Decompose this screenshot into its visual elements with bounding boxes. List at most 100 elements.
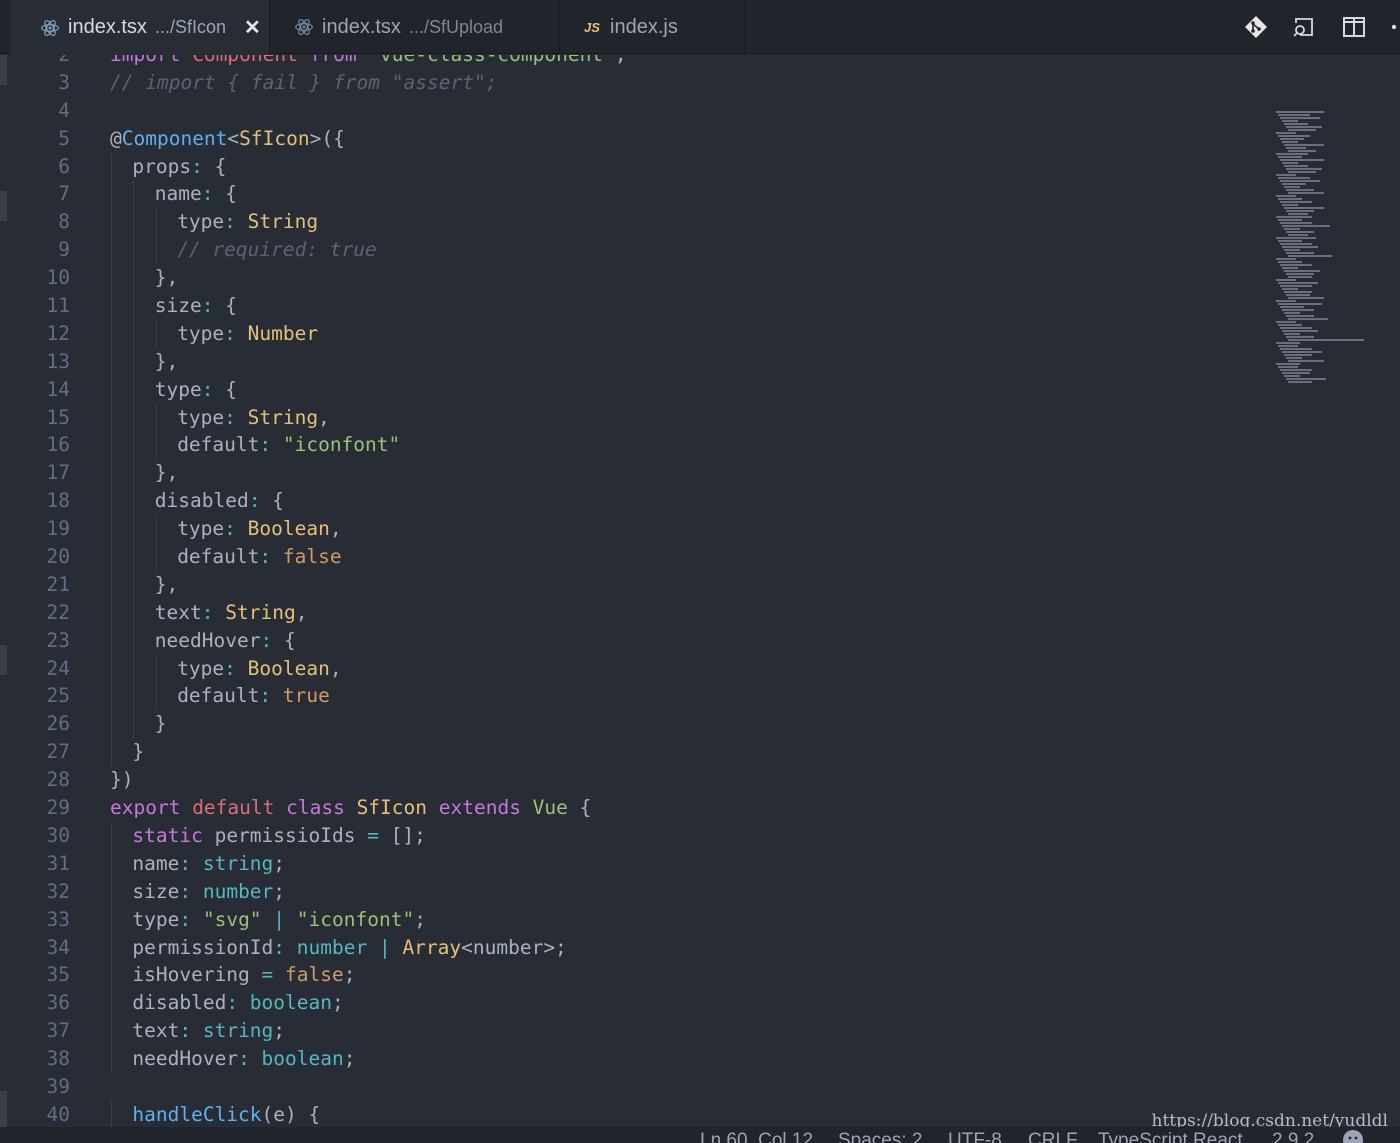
minimap-line	[1282, 288, 1298, 290]
indent-guide	[155, 682, 157, 711]
code-text: default: true	[177, 682, 330, 710]
code-line[interactable]: 23 needHover: {	[0, 626, 1260, 655]
code-line[interactable]: 8 type: String	[0, 208, 1260, 237]
minimap-line	[1284, 123, 1308, 125]
minimap-line	[1284, 375, 1300, 377]
code-line[interactable]: 10},	[0, 264, 1260, 293]
minimap-line	[1286, 294, 1310, 296]
feedback-icon[interactable]	[1342, 1129, 1364, 1143]
code-line[interactable]: 5 @Component<SfIcon>({	[0, 125, 1260, 153]
code-line[interactable]: 3 // import { fail } from "assert";	[0, 69, 1260, 97]
indent-guide	[111, 654, 112, 683]
status-indentation[interactable]: Spaces: 2	[838, 1130, 923, 1143]
code-line[interactable]: 38 needHover: boolean;	[0, 1045, 1260, 1073]
code-token: boolean	[261, 1047, 344, 1071]
code-lines: 2 import Component from "vue-class-compon…	[0, 55, 1260, 1127]
line-number: 27	[46, 740, 70, 764]
minimap-line	[1286, 357, 1302, 359]
line-number: 17	[46, 461, 70, 485]
code-line[interactable]: 11 size: {	[0, 292, 1260, 320]
search-preview-icon[interactable]	[1291, 14, 1317, 40]
code-token: "svg"	[202, 907, 274, 931]
code-token: type	[177, 321, 225, 345]
code-text: }	[132, 738, 144, 766]
code-line[interactable]: 27}	[0, 738, 1260, 767]
code-line[interactable]: 29 export default class SfIcon extends Vu…	[0, 794, 1260, 822]
js-icon: JS	[584, 19, 600, 35]
split-editor-icon[interactable]	[1341, 14, 1367, 40]
code-line[interactable]: 37 text: string;	[0, 1017, 1260, 1046]
status-encoding[interactable]: UTF-8	[948, 1130, 1002, 1143]
code-line[interactable]: 36 disabled: boolean;	[0, 989, 1260, 1018]
code-line[interactable]: 15 type: String,	[0, 403, 1260, 432]
code-line[interactable]: 35 isHovering = false;	[0, 961, 1260, 990]
code-line[interactable]: 26}	[0, 710, 1260, 739]
code-token: |	[273, 907, 297, 931]
code-text: type: "svg" | "iconfont";	[132, 906, 426, 934]
code-token: :	[273, 935, 297, 959]
minimap-line	[1282, 246, 1318, 248]
tab-path: .../SfIcon	[154, 17, 226, 37]
code-token: ;	[331, 991, 344, 1015]
git-icon[interactable]	[1243, 14, 1269, 40]
code-line[interactable]: 25 default: true	[0, 682, 1260, 711]
status-language[interactable]: TypeScript React	[1098, 1130, 1243, 1143]
code-line[interactable]: 19 type: Boolean,	[0, 515, 1260, 544]
code-line[interactable]: 33 type: "svg" | "iconfont";	[0, 905, 1260, 934]
status-ts-version[interactable]: 2.9.2	[1272, 1130, 1314, 1143]
tab-index-tsx-sficon[interactable]: index.tsx .../SfIcon ✕	[10, 0, 270, 55]
code-line[interactable]: 6 props: {	[0, 152, 1260, 181]
code-token: "vue-class-component"	[368, 55, 615, 66]
minimap-line	[1284, 249, 1300, 251]
line-number: 25	[46, 684, 70, 708]
indent-guide	[111, 626, 112, 655]
code-line[interactable]: 16 default: "iconfont"	[0, 431, 1260, 460]
code-line[interactable]: 20 default: false	[0, 543, 1260, 571]
code-line[interactable]: 24 type: Boolean,	[0, 654, 1260, 683]
status-cursor-position[interactable]: Ln 60, Col 12	[700, 1130, 813, 1143]
status-eol[interactable]: CRLF	[1028, 1130, 1078, 1143]
more-icon[interactable]	[1388, 14, 1400, 40]
code-token: text	[132, 1019, 180, 1043]
code-token: true	[282, 684, 330, 708]
code-token: :	[201, 600, 226, 624]
code-line[interactable]: 22 text: String,	[0, 598, 1260, 627]
code-text: size: {	[155, 292, 237, 320]
minimap-line	[1278, 261, 1302, 263]
minimap-line	[1278, 156, 1302, 158]
tab-index-tsx-sfupload[interactable]: index.tsx .../SfUpload	[270, 0, 560, 54]
code-line[interactable]: 4	[0, 97, 1260, 125]
tab-index-js[interactable]: JS index.js	[560, 0, 745, 54]
minimap-line	[1276, 111, 1324, 113]
code-token: static	[132, 823, 215, 847]
code-line[interactable]: 9 // required: true	[0, 236, 1260, 265]
line-number: 14	[46, 377, 70, 401]
code-line[interactable]: 21},	[0, 570, 1260, 599]
code-line[interactable]: 39	[0, 1073, 1260, 1101]
code-line[interactable]: 14 type: {	[0, 375, 1260, 404]
code-line[interactable]: 2 import Component from "vue-class-compon…	[0, 55, 1260, 69]
code-line[interactable]: 40 handleClick(e) {	[0, 1100, 1260, 1127]
code-line[interactable]: 17},	[0, 459, 1260, 488]
minimap[interactable]	[1274, 109, 1384, 389]
code-token: Boolean	[247, 656, 330, 680]
code-line[interactable]: 34 permissionId: number | Array<number>;	[0, 933, 1260, 962]
indent-guide	[111, 1045, 112, 1073]
code-line[interactable]: 12 type: Number	[0, 319, 1260, 348]
minimap-line	[1288, 297, 1324, 299]
code-line[interactable]: 7 name: {	[0, 180, 1260, 209]
code-line[interactable]: 13},	[0, 347, 1260, 376]
code-line[interactable]: 31 name: string;	[0, 849, 1260, 878]
code-token: permissionId	[132, 935, 274, 959]
minimap-line	[1286, 210, 1314, 212]
code-line[interactable]: 18 disabled: {	[0, 487, 1260, 516]
code-token: ;	[414, 907, 426, 931]
code-token: Component	[192, 55, 309, 66]
minimap-line	[1280, 369, 1312, 371]
code-line[interactable]: 32 size: number;	[0, 877, 1260, 906]
close-icon[interactable]: ✕	[244, 15, 261, 40]
code-line[interactable]: 30 static permissioIds = [];	[0, 821, 1260, 850]
minimap-line	[1284, 312, 1300, 314]
code-editor[interactable]: 2 import Component from "vue-class-compon…	[0, 55, 1400, 1127]
code-line[interactable]: 28})	[0, 766, 1260, 794]
